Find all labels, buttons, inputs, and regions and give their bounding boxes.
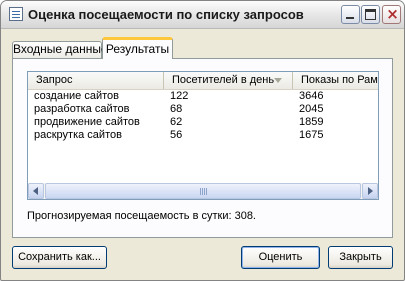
table-row[interactable]: продвижение сайтов 62 1859 xyxy=(28,116,378,129)
table-header: Запрос Посетителей в день Показы по Рамб… xyxy=(28,72,378,90)
tab-results[interactable]: Результаты xyxy=(102,37,173,59)
cell-impressions: 2045 xyxy=(299,103,324,115)
cell-visitors: 122 xyxy=(170,90,189,102)
cell-query: раскрутка сайтов xyxy=(34,129,122,141)
column-header-visitors[interactable]: Посетителей в день xyxy=(164,72,293,89)
forecast-text: Прогнозируемая посещаемость в сутки: 308… xyxy=(27,210,256,222)
cell-impressions: 3646 xyxy=(299,90,324,102)
cell-query: создание сайтов xyxy=(34,90,119,102)
cell-query: продвижение сайтов xyxy=(34,116,140,128)
evaluate-button[interactable]: Оценить xyxy=(241,246,320,269)
maximize-icon xyxy=(365,9,376,20)
minimize-button[interactable] xyxy=(341,5,360,24)
close-icon: × xyxy=(386,5,399,23)
close-button[interactable]: Закрыть xyxy=(328,246,393,269)
save-as-button[interactable]: Сохранить как... xyxy=(12,246,107,269)
maximize-button[interactable] xyxy=(361,5,380,24)
grip-icon xyxy=(200,188,207,195)
title-bar[interactable]: Оценка посещаемости по списку запросов × xyxy=(1,1,404,29)
table-row[interactable]: раскрутка сайтов 56 1675 xyxy=(28,129,378,142)
horizontal-scrollbar[interactable] xyxy=(28,183,378,199)
cell-impressions: 1859 xyxy=(299,116,324,128)
scroll-right-button[interactable] xyxy=(362,183,378,199)
table-row[interactable]: разработка сайтов 68 2045 xyxy=(28,103,378,116)
cell-visitors: 56 xyxy=(170,129,183,141)
window-title: Оценка посещаемости по списку запросов xyxy=(28,7,304,22)
cell-visitors: 62 xyxy=(170,116,183,128)
column-header-visitors-label: Посетителей в день xyxy=(172,74,275,86)
cell-visitors: 68 xyxy=(170,103,183,115)
column-header-query[interactable]: Запрос xyxy=(28,72,164,89)
column-header-impressions[interactable]: Показы по Рамблеру xyxy=(293,72,378,89)
scroll-left-button[interactable] xyxy=(28,183,44,199)
scrollbar-thumb[interactable] xyxy=(45,183,361,199)
minimize-icon xyxy=(346,17,354,19)
table-body: создание сайтов 122 3646 разработка сайт… xyxy=(28,90,378,142)
arrow-right-icon xyxy=(368,187,373,195)
cell-query: разработка сайтов xyxy=(34,103,130,115)
dialog-window: Оценка посещаемости по списку запросов ×… xyxy=(0,0,405,281)
table-row[interactable]: создание сайтов 122 3646 xyxy=(28,90,378,103)
arrow-left-icon xyxy=(33,187,38,195)
cell-impressions: 1675 xyxy=(299,129,324,141)
results-table[interactable]: Запрос Посетителей в день Показы по Рамб… xyxy=(27,71,379,200)
sort-descending-icon xyxy=(274,78,282,83)
tab-input-data[interactable]: Входные данные xyxy=(12,41,108,58)
app-icon xyxy=(9,7,23,21)
close-window-button[interactable]: × xyxy=(382,5,401,24)
